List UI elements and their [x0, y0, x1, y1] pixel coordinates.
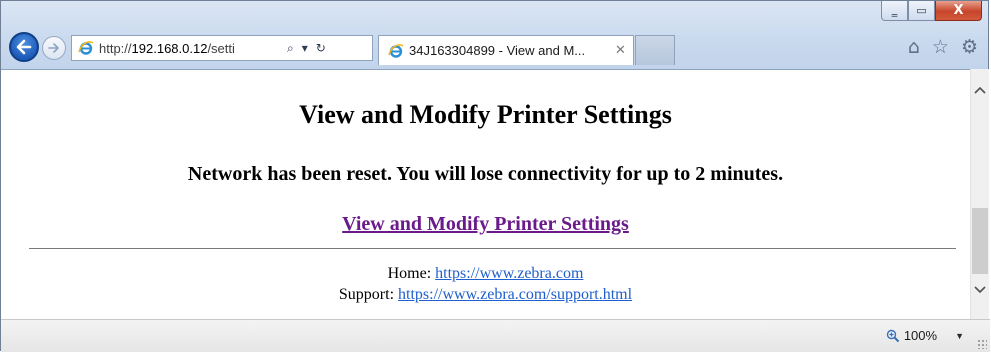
vertical-scrollbar[interactable] — [970, 69, 989, 319]
chevron-down-icon[interactable]: ▾ — [302, 41, 308, 55]
home-icon[interactable]: ⌂ — [908, 36, 920, 58]
new-tab-button[interactable] — [635, 35, 675, 65]
status-bar: 100% ▼ — [1, 319, 990, 352]
page-content: View and Modify Printer Settings Network… — [1, 69, 970, 319]
refresh-icon[interactable]: ↻ — [316, 41, 326, 55]
forward-button[interactable] — [42, 36, 66, 60]
resize-grip[interactable] — [977, 339, 987, 349]
favorites-star-icon[interactable]: ☆ — [932, 36, 949, 58]
back-button[interactable] — [9, 32, 39, 62]
gear-icon[interactable]: ⚙ — [961, 36, 978, 58]
support-label: Support: — [338, 286, 399, 303]
zoom-icon — [886, 329, 900, 342]
address-tools: ⌕ ▾ ↻ — [283, 41, 330, 56]
footer-home: Home: https://www.zebra.com — [1, 265, 970, 283]
support-link[interactable]: https://www.zebra.com/support.html — [398, 286, 632, 303]
search-icon[interactable]: ⌕ — [287, 41, 294, 56]
page-title: View and Modify Printer Settings — [299, 100, 672, 129]
close-window-button[interactable]: X — [935, 1, 982, 21]
maximize-button[interactable]: ▭ — [908, 1, 935, 21]
zoom-level: 100% — [903, 328, 938, 343]
ie-icon — [387, 42, 405, 60]
close-tab-icon[interactable]: ✕ — [615, 43, 626, 58]
minimize-button[interactable]: ‗ — [881, 1, 908, 21]
forward-arrow-icon — [48, 43, 59, 53]
scroll-down-button[interactable] — [971, 279, 989, 301]
close-icon: X — [953, 3, 964, 18]
address-bar[interactable]: http://192.168.0.12/setti ⌕ ▾ ↻ — [71, 35, 373, 61]
chevron-up-icon — [974, 86, 986, 94]
reset-message: Network has been reset. You will lose co… — [187, 163, 784, 185]
window-caption-buttons: ‗ ▭ X — [881, 1, 982, 23]
chevron-down-icon — [974, 286, 986, 294]
navigation-bar: http://192.168.0.12/setti ⌕ ▾ ↻ 34J16330… — [1, 27, 990, 69]
home-link[interactable]: https://www.zebra.com — [435, 265, 583, 282]
zoom-control[interactable]: 100% ▼ — [886, 328, 964, 343]
browser-window: ‗ ▭ X http://192.168.0.12/setti ⌕ ▾ ↻ 34… — [0, 0, 990, 352]
address-url[interactable]: http://192.168.0.12/setti — [99, 41, 279, 56]
footer-support: Support: https://www.zebra.com/support.h… — [1, 286, 970, 304]
back-arrow-icon — [16, 39, 32, 55]
ie-icon — [77, 39, 95, 57]
minimize-icon: ‗ — [891, 4, 898, 17]
tab-title: 34J163304899 - View and M... — [409, 43, 586, 58]
horizontal-divider — [29, 248, 956, 249]
browser-toolbar: ⌂ ☆ ⚙ — [908, 36, 978, 58]
scroll-up-button[interactable] — [971, 79, 989, 101]
maximize-icon: ▭ — [916, 4, 927, 17]
view-modify-settings-link[interactable]: View and Modify Printer Settings — [342, 213, 629, 235]
zoom-dropdown-icon[interactable]: ▼ — [955, 331, 964, 341]
tab-active[interactable]: 34J163304899 - View and M... ✕ — [378, 35, 634, 65]
settings-link-container: View and Modify Printer Settings — [1, 213, 970, 236]
scroll-thumb[interactable] — [972, 208, 988, 274]
home-label: Home: — [387, 265, 436, 282]
